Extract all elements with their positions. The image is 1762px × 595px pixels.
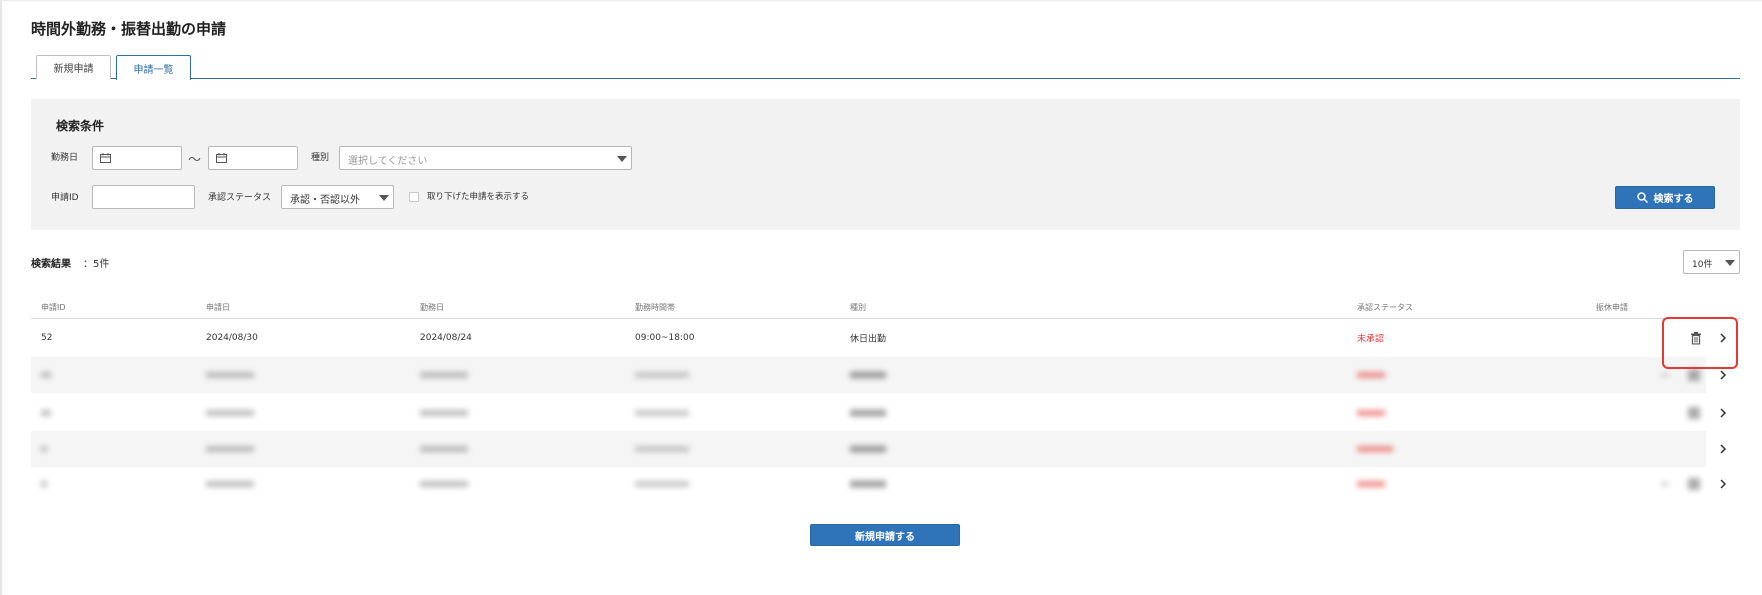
search-icon — [1636, 192, 1648, 203]
result-label: 検索結果 — [31, 259, 71, 270]
status-select-value: 承認・否認以外 — [290, 195, 360, 206]
search-panel: 検索条件 勤務日 ～ 種別 選択してください 申請ID 承認ステータス 承認・否… — [31, 99, 1740, 230]
col-header-type: 種別 — [850, 303, 866, 312]
table-row[interactable] — [31, 466, 1740, 502]
table-row[interactable] — [31, 395, 1740, 431]
chevron-right-icon — [1720, 479, 1727, 489]
cell-applied-date: 2024/08/30 — [206, 333, 258, 343]
type-select[interactable]: 選択してください — [339, 146, 632, 170]
show-withdrawn-checkbox[interactable] — [409, 192, 419, 202]
chevron-down-icon — [617, 156, 627, 162]
date-range-tilde: ～ — [188, 153, 202, 168]
table-row[interactable]: 52 2024/08/30 2024/08/24 09:00~18:00 休日出… — [31, 320, 1740, 356]
request-id-input[interactable] — [92, 185, 195, 209]
col-header-work-time: 勤務時間帯 — [635, 303, 675, 312]
row-detail-button[interactable] — [1706, 395, 1740, 431]
tab-new-request[interactable]: 新規申請 — [36, 55, 111, 79]
chevron-down-icon — [1725, 260, 1735, 266]
highlight-box — [1662, 317, 1738, 369]
page-frame — [0, 0, 1762, 595]
cell-work-time: 09:00~18:00 — [635, 333, 695, 343]
cell-type: 休日出勤 — [850, 334, 887, 345]
col-header-substitute-leave: 振休申請 — [1596, 303, 1628, 312]
calendar-icon — [100, 153, 111, 163]
status-label: 承認ステータス — [208, 193, 272, 203]
page-size-value: 10件 — [1692, 260, 1713, 270]
new-request-button-label: 新規申請する — [855, 531, 915, 543]
status-select[interactable]: 承認・否認以外 — [281, 185, 394, 209]
work-date-label: 勤務日 — [51, 153, 79, 163]
work-date-from-input[interactable] — [92, 146, 182, 170]
col-header-request-id: 申請ID — [41, 303, 66, 312]
table-row[interactable] — [31, 431, 1740, 467]
type-label: 種別 — [311, 153, 330, 163]
calendar-icon — [216, 153, 227, 163]
show-withdrawn-label: 取り下げた申請を表示する — [427, 192, 530, 202]
chevron-right-icon — [1720, 444, 1727, 454]
search-button[interactable]: 検索する — [1615, 186, 1715, 209]
tab-request-list[interactable]: 申請一覧 — [116, 55, 191, 80]
cell-work-date: 2024/08/24 — [420, 333, 472, 343]
col-header-work-date: 勤務日 — [420, 303, 444, 312]
table-row[interactable] — [31, 357, 1740, 393]
type-select-placeholder: 選択してください — [348, 156, 428, 167]
cell-request-id: 52 — [41, 333, 53, 343]
search-panel-title: 検索条件 — [56, 119, 105, 133]
chevron-right-icon — [1720, 408, 1727, 418]
page-title: 時間外勤務・振替出勤の申請 — [31, 20, 227, 38]
chevron-down-icon — [379, 195, 389, 201]
page-size-select[interactable]: 10件 — [1683, 250, 1740, 274]
row-detail-button[interactable] — [1706, 431, 1740, 467]
request-id-label: 申請ID — [51, 193, 79, 203]
col-header-approval-status: 承認ステータス — [1357, 303, 1413, 312]
result-count: ：5件 — [83, 259, 110, 270]
table-header-divider — [31, 318, 1740, 319]
cell-approval-status: 未承認 — [1357, 334, 1385, 345]
work-date-to-input[interactable] — [208, 146, 298, 170]
search-button-label: 検索する — [1653, 194, 1694, 205]
new-request-button[interactable]: 新規申請する — [810, 524, 960, 546]
chevron-right-icon — [1720, 370, 1727, 380]
col-header-applied-date: 申請日 — [206, 303, 230, 312]
row-detail-button[interactable] — [1706, 466, 1740, 502]
tab-bar: 新規申請 申請一覧 — [31, 55, 1740, 80]
